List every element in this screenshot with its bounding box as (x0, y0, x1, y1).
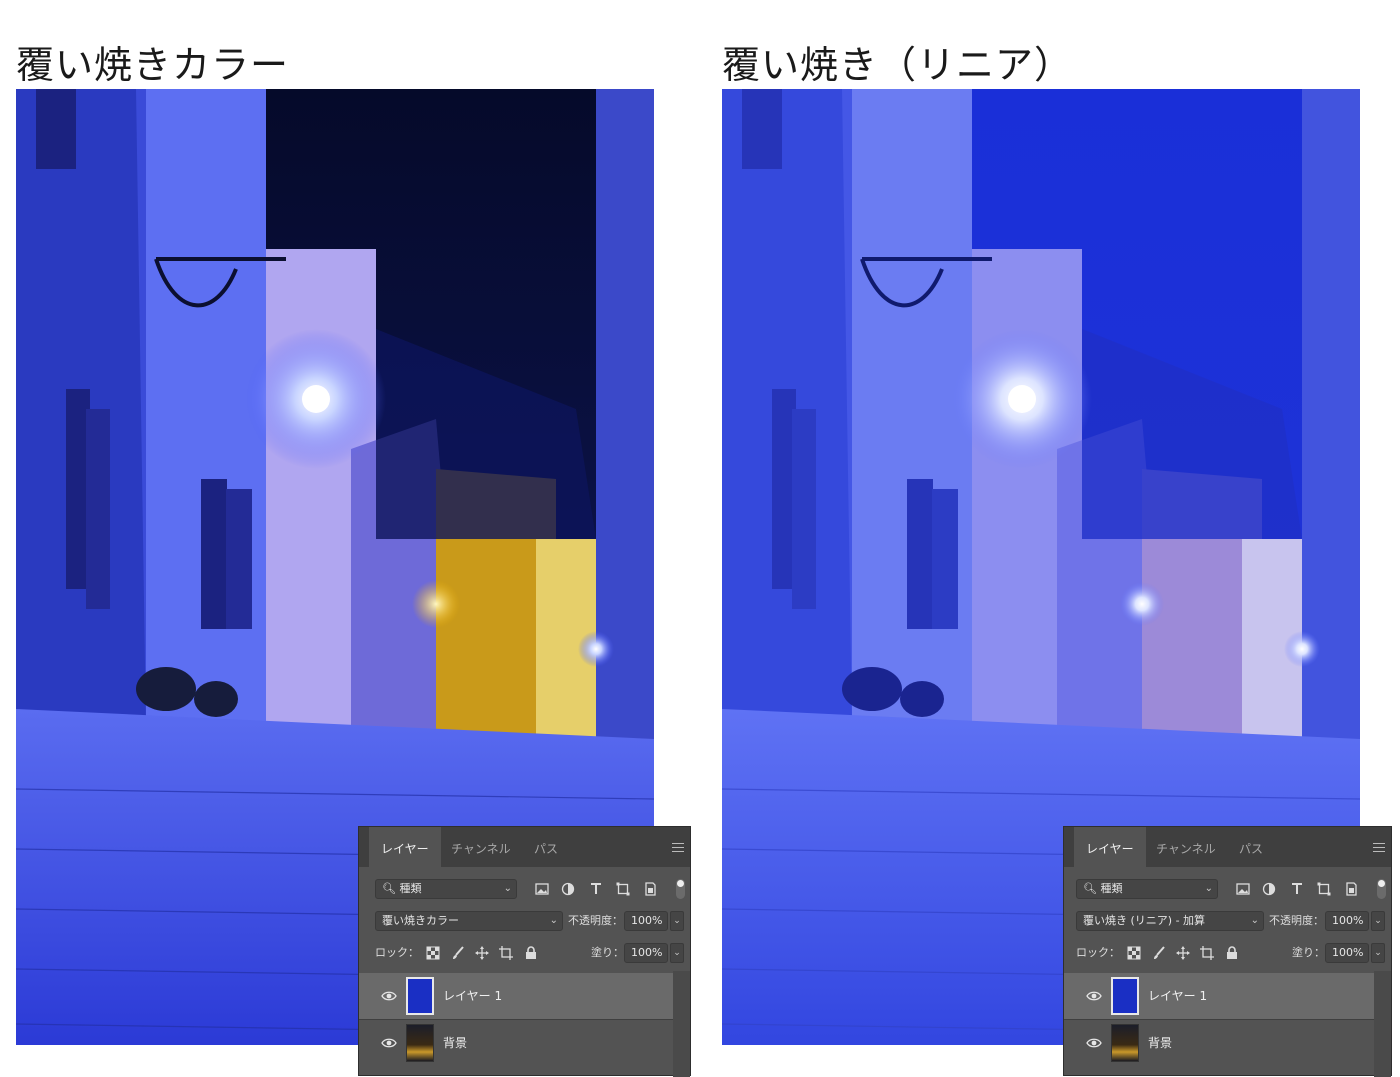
chevron-down-icon: ⌄ (1250, 915, 1259, 926)
layer-filter-label: 種類 (399, 882, 422, 895)
brush-icon[interactable] (1152, 946, 1166, 960)
layer-filter-select[interactable]: 🔍︎ 種類 ⌄ (375, 879, 517, 899)
smart-object-icon[interactable] (1344, 882, 1358, 896)
lock-icon[interactable] (524, 946, 538, 960)
opacity-dropdown-icon[interactable]: ⌄ (1371, 911, 1385, 931)
layer-filter-select[interactable]: 🔍︎ 種類 ⌄ (1076, 879, 1218, 899)
layers-panel-color-dodge: レイヤー チャンネル パス 🔍︎ 種類 ⌄ 覆い焼きカラー ⌄ 不透明度： 10… (358, 826, 691, 1077)
tab-layers[interactable]: レイヤー (369, 827, 441, 867)
lock-label: ロック： (1076, 946, 1120, 959)
layer-thumbnail-photo (406, 1024, 434, 1062)
blend-mode-value: 覆い焼きカラー (382, 914, 459, 927)
opacity-input[interactable]: 100% (624, 911, 668, 931)
eye-icon[interactable] (381, 1036, 397, 1050)
layer-name[interactable]: 背景 (443, 1034, 467, 1051)
chevron-down-icon: ⌄ (503, 883, 512, 894)
fill-input[interactable]: 100% (624, 943, 668, 963)
type-icon[interactable] (1290, 882, 1304, 896)
eye-icon[interactable] (1086, 989, 1102, 1003)
layers-scrollbar[interactable] (1374, 971, 1391, 1077)
opacity-dropdown-icon[interactable]: ⌄ (670, 911, 684, 931)
smart-object-icon[interactable] (643, 882, 657, 896)
shape-icon[interactable] (1317, 882, 1331, 896)
filter-toggle[interactable] (676, 879, 685, 899)
panel-menu-icon[interactable] (672, 843, 684, 852)
checkerboard-icon[interactable] (1127, 946, 1141, 960)
eye-icon[interactable] (381, 989, 397, 1003)
eye-icon[interactable] (1086, 1036, 1102, 1050)
fill-label: 塗り： (1292, 946, 1325, 959)
layer-thumbnail-solid (406, 977, 434, 1015)
shape-icon[interactable] (616, 882, 630, 896)
search-icon: 🔍︎ (382, 882, 396, 895)
tab-paths[interactable]: パス (522, 827, 570, 867)
layer-name[interactable]: レイヤー 1 (1148, 987, 1207, 1004)
layer-name[interactable]: 背景 (1148, 1034, 1172, 1051)
checkerboard-icon[interactable] (426, 946, 440, 960)
tab-channels[interactable]: チャンネル (439, 827, 523, 867)
layers-panel-tabs: レイヤー チャンネル パス (1064, 827, 1391, 867)
layers-scrollbar[interactable] (673, 971, 690, 1077)
tab-layers[interactable]: レイヤー (1074, 827, 1146, 867)
type-icon[interactable] (589, 882, 603, 896)
panel-title-color-dodge: 覆い焼きカラー (16, 43, 290, 87)
image-icon[interactable] (1236, 882, 1250, 896)
tab-channels[interactable]: チャンネル (1144, 827, 1228, 867)
chevron-down-icon: ⌄ (549, 915, 558, 926)
layer-filter-label: 種類 (1100, 882, 1123, 895)
chevron-down-icon: ⌄ (1204, 883, 1213, 894)
layer-row-layer1[interactable]: レイヤー 1 (1064, 973, 1374, 1019)
layer-row-background[interactable]: 背景 (1064, 1019, 1374, 1065)
adjustment-icon[interactable] (1262, 882, 1276, 896)
tab-paths[interactable]: パス (1227, 827, 1275, 867)
layers-panel-linear-dodge: レイヤー チャンネル パス 🔍︎ 種類 ⌄ 覆い焼き (リニア) - 加算 ⌄ … (1063, 826, 1392, 1077)
lock-icon[interactable] (1225, 946, 1239, 960)
panel-menu-icon[interactable] (1373, 843, 1385, 852)
opacity-label: 不透明度： (1269, 914, 1324, 927)
brush-icon[interactable] (451, 946, 465, 960)
panel-title-linear-dodge: 覆い焼き（リニア） (722, 43, 1074, 87)
artboard-icon[interactable] (499, 946, 513, 960)
artboard-icon[interactable] (1200, 946, 1214, 960)
layer-row-layer1[interactable]: レイヤー 1 (359, 973, 673, 1019)
layers-panel-tabs: レイヤー チャンネル パス (359, 827, 690, 867)
blend-mode-value: 覆い焼き (リニア) - 加算 (1083, 914, 1206, 927)
blend-mode-select[interactable]: 覆い焼きカラー ⌄ (375, 911, 563, 931)
opacity-label: 不透明度： (568, 914, 623, 927)
fill-dropdown-icon[interactable]: ⌄ (1371, 943, 1385, 963)
fill-input[interactable]: 100% (1325, 943, 1369, 963)
move-icon[interactable] (475, 946, 489, 960)
move-icon[interactable] (1176, 946, 1190, 960)
fill-label: 塗り： (591, 946, 624, 959)
layer-thumbnail-photo (1111, 1024, 1139, 1062)
adjustment-icon[interactable] (561, 882, 575, 896)
fill-dropdown-icon[interactable]: ⌄ (670, 943, 684, 963)
lock-label: ロック： (375, 946, 419, 959)
search-icon: 🔍︎ (1083, 882, 1097, 895)
layer-row-background[interactable]: 背景 (359, 1019, 673, 1065)
filter-toggle[interactable] (1377, 879, 1386, 899)
blend-mode-select[interactable]: 覆い焼き (リニア) - 加算 ⌄ (1076, 911, 1264, 931)
layer-thumbnail-solid (1111, 977, 1139, 1015)
layer-name[interactable]: レイヤー 1 (443, 987, 502, 1004)
opacity-input[interactable]: 100% (1325, 911, 1369, 931)
image-icon[interactable] (535, 882, 549, 896)
